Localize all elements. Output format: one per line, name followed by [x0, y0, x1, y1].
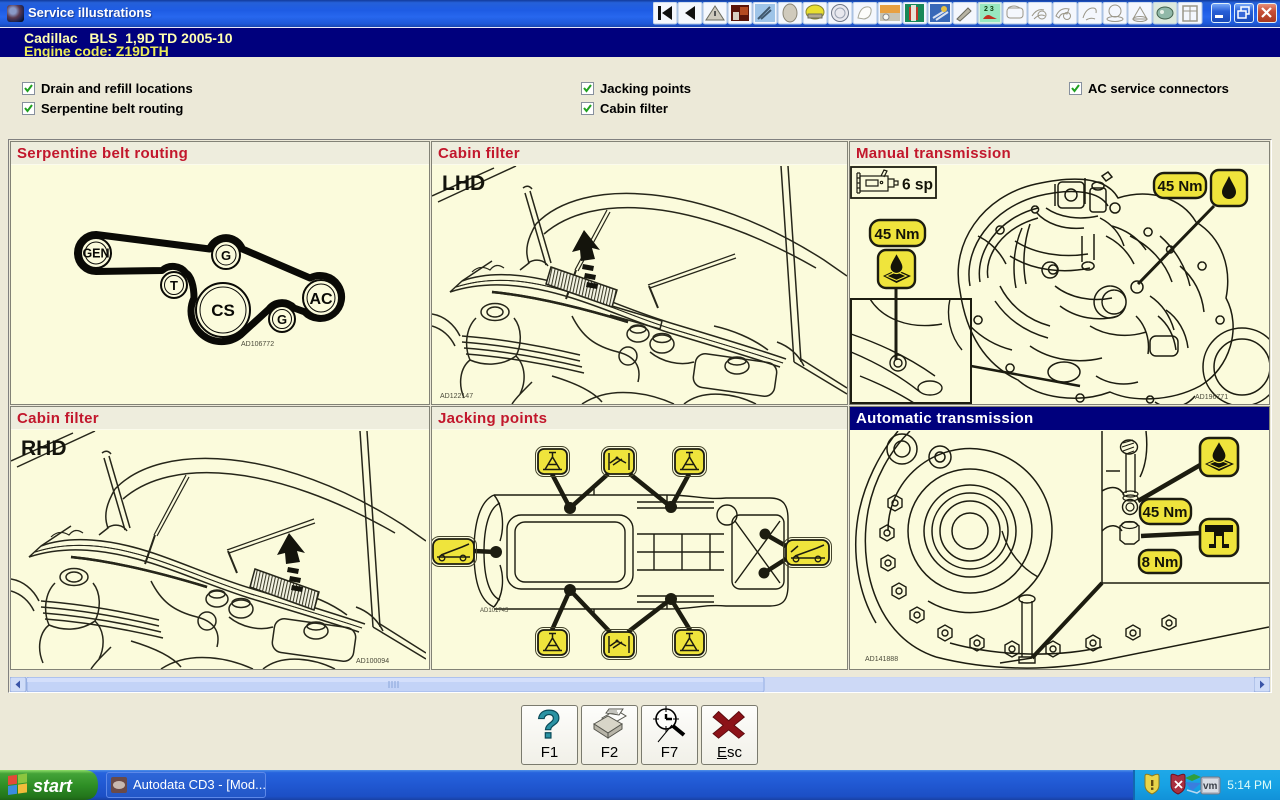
svg-text:AD122147: AD122147: [440, 393, 473, 400]
svg-text:Autodata CD3 - [Mod...: Autodata CD3 - [Mod...: [133, 777, 265, 792]
svg-text:?: ?: [537, 706, 561, 744]
svg-text:AC: AC: [309, 291, 333, 308]
svg-text:45 Nm: 45 Nm: [874, 226, 919, 243]
svg-text:2 3: 2 3: [984, 6, 994, 13]
svg-text:AD141888: AD141888: [865, 656, 898, 663]
svg-text:G: G: [277, 312, 287, 327]
svg-text:G: G: [221, 248, 231, 263]
svg-text:AD196771: AD196771: [1195, 394, 1228, 401]
svg-text:start: start: [33, 776, 73, 796]
svg-text:GEN: GEN: [82, 247, 109, 261]
svg-text:CS: CS: [211, 301, 235, 320]
svg-text:AD101745: AD101745: [480, 608, 509, 614]
svg-text:vm: vm: [1203, 781, 1218, 792]
svg-text:AD100094: AD100094: [356, 658, 389, 665]
svg-text:45 Nm: 45 Nm: [1157, 178, 1202, 195]
svg-text:8 Nm: 8 Nm: [1142, 554, 1179, 571]
svg-text:6 sp: 6 sp: [902, 177, 933, 194]
svg-text:RHD: RHD: [21, 437, 67, 460]
svg-text:LHD: LHD: [442, 172, 485, 195]
svg-text:AD106772: AD106772: [241, 341, 274, 348]
svg-text:T: T: [170, 278, 178, 293]
svg-text:45 Nm: 45 Nm: [1142, 504, 1187, 521]
